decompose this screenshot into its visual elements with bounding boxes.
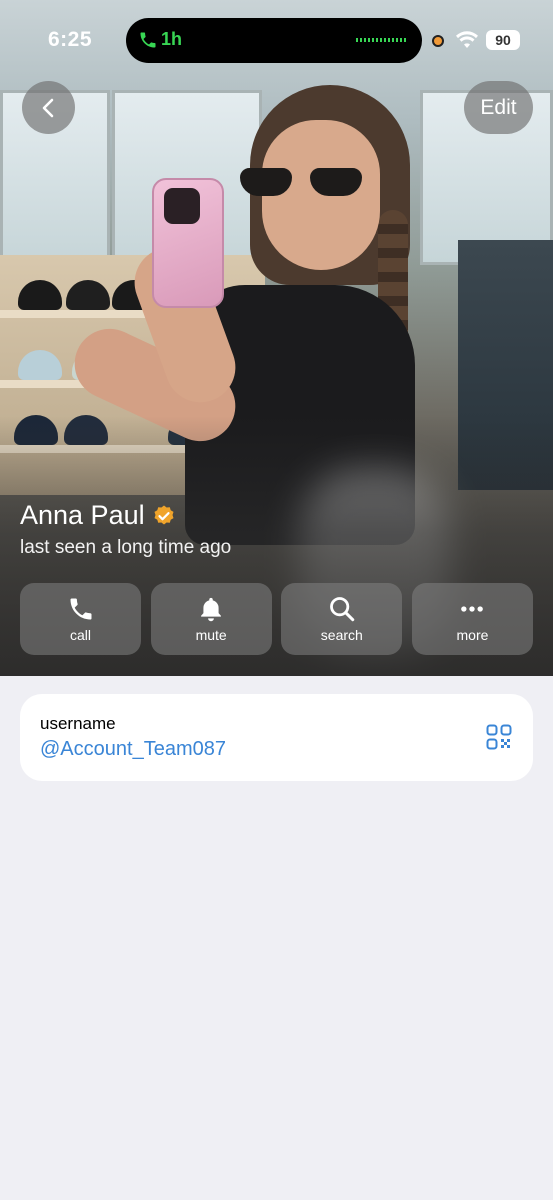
username-label: username xyxy=(40,714,116,733)
more-button[interactable]: more xyxy=(411,583,533,655)
phone-icon xyxy=(70,598,91,620)
more-label: more xyxy=(456,627,489,643)
pink-phone xyxy=(152,178,224,308)
call-label: call xyxy=(69,627,91,643)
username-value[interactable]: @Account_Team087 xyxy=(40,738,226,761)
action-bar: call mute search more xyxy=(20,583,533,655)
status-bar: 6:25 1h 90 xyxy=(0,0,553,80)
status-time: 6:25 xyxy=(48,28,93,51)
search-button[interactable]: search xyxy=(281,583,403,655)
mic-indicator-icon xyxy=(432,35,444,47)
call-duration: 1h xyxy=(161,29,183,49)
dynamic-island[interactable]: 1h xyxy=(126,18,422,63)
last-seen-status: last seen a long time ago xyxy=(20,537,232,558)
profile-name-row: Anna Paul xyxy=(20,500,176,531)
sunglasses xyxy=(240,168,370,196)
username-card[interactable]: username @Account_Team087 xyxy=(20,694,533,781)
qr-code-icon[interactable] xyxy=(486,724,512,750)
phone-icon xyxy=(140,32,156,48)
audio-wave-icon xyxy=(356,38,406,42)
profile-name: Anna Paul xyxy=(20,500,145,530)
mute-label: mute xyxy=(195,627,227,643)
verified-badge-icon[interactable] xyxy=(152,504,176,528)
call-button[interactable]: call xyxy=(20,583,141,655)
bell-icon xyxy=(201,597,222,622)
search-label: search xyxy=(320,627,363,643)
edit-button[interactable]: Edit xyxy=(464,81,533,134)
wifi-icon xyxy=(456,31,478,48)
search-icon xyxy=(329,597,355,622)
mute-button[interactable]: mute xyxy=(150,583,272,655)
battery-indicator: 90 xyxy=(486,30,520,50)
back-button[interactable] xyxy=(22,81,75,134)
chevron-left-icon xyxy=(42,98,53,117)
ellipsis-icon xyxy=(461,606,484,612)
